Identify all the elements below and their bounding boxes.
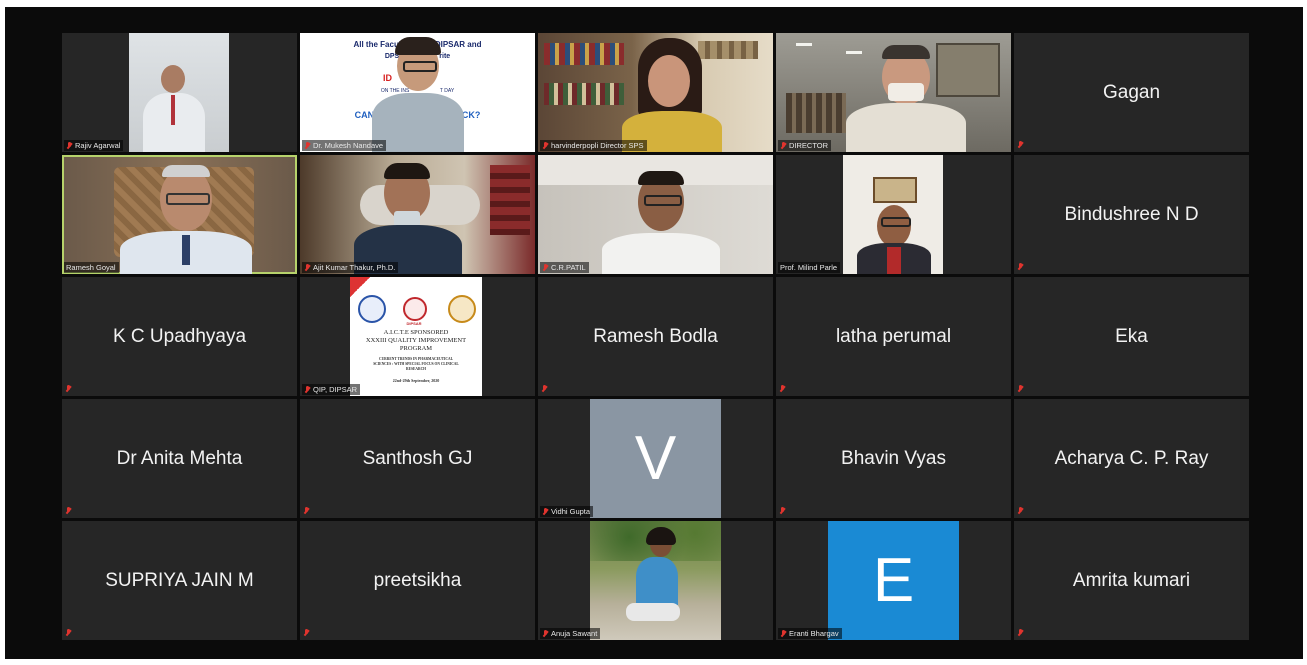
participant-display-name: Acharya C. P. Ray: [1054, 447, 1209, 469]
participant-display-name: Amrita kumari: [1072, 569, 1191, 591]
muted-mic-icon: [1017, 629, 1023, 637]
participant-display-name: SUPRIYA JAIN M: [105, 569, 254, 591]
participant-tile-bhavin-vyas[interactable]: Bhavin Vyas: [776, 399, 1011, 518]
participant-tile-anita-mehta[interactable]: Dr Anita Mehta: [62, 399, 297, 518]
participant-display-name: Bindushree N D: [1064, 203, 1199, 225]
muted-mic-icon: [1017, 263, 1023, 271]
muted-mic-icon: [779, 507, 785, 515]
participant-tile-vidhi-gupta[interactable]: V Vidhi Gupta: [538, 399, 773, 518]
participant-video: [64, 157, 295, 274]
participant-display-name: Gagan: [1102, 81, 1161, 103]
participant-display-name: K C Upadhyaya: [112, 325, 247, 347]
participant-video: All the Faculty DIPSAR and DPSR rite ID …: [300, 33, 535, 152]
participant-video: [538, 155, 773, 274]
participant-name-label: Prof. Milind Parle: [778, 262, 841, 273]
muted-mic-icon: [303, 507, 309, 515]
profile-avatar: E: [828, 521, 959, 640]
qip-poster: DIPSAR A.I.C.T.E SPONSORED XXXIII QUALIT…: [350, 277, 482, 396]
muted-mic-icon: [1017, 507, 1023, 515]
participant-video: [776, 33, 1011, 152]
participant-name-label: Ramesh Goyal: [64, 262, 119, 273]
participant-gallery: Rajiv Agarwal All the Faculty DIPSAR and…: [62, 33, 1249, 640]
participant-tile-cr-patil[interactable]: C.R.PATIL: [538, 155, 773, 274]
participant-display-name: Santhosh GJ: [362, 447, 473, 469]
participant-name-label: C.R.PATIL: [540, 262, 589, 273]
participant-tile-harvinderpopli[interactable]: harvinderpopli Director SPS: [538, 33, 773, 152]
participant-tile-eranti-bhargav[interactable]: E Eranti Bhargav: [776, 521, 1011, 640]
participant-video: [538, 33, 773, 152]
muted-mic-icon: [779, 385, 785, 393]
participant-video: [843, 155, 943, 274]
participant-display-name: Bhavin Vyas: [841, 447, 946, 469]
muted-mic-icon: [1017, 141, 1023, 149]
participant-tile-ajit-kumar-thakur[interactable]: Ajit Kumar Thakur, Ph.D.: [300, 155, 535, 274]
participant-tile-ramesh-goyal[interactable]: Ramesh Goyal: [62, 155, 297, 274]
participant-tile-preetsikha[interactable]: preetsikha: [300, 521, 535, 640]
participant-display-name: Eka: [1115, 325, 1148, 347]
meeting-window: Rajiv Agarwal All the Faculty DIPSAR and…: [5, 7, 1303, 659]
profile-photo: [590, 521, 721, 640]
participant-name-label: harvinderpopli Director SPS: [540, 140, 647, 151]
muted-mic-icon: [65, 385, 71, 393]
muted-mic-icon: [304, 141, 310, 150]
participant-video: [129, 33, 229, 152]
muted-mic-icon: [542, 263, 548, 272]
muted-mic-icon: [541, 385, 547, 393]
participant-name-label: Anuja Sawant: [540, 628, 601, 639]
participant-tile-anuja-sawant[interactable]: Anuja Sawant: [538, 521, 773, 640]
muted-mic-icon: [542, 629, 548, 638]
muted-mic-icon: [66, 141, 72, 150]
participant-tile-gagan[interactable]: Gagan: [1014, 33, 1249, 152]
participant-tile-latha-perumal[interactable]: latha perumal: [776, 277, 1011, 396]
participant-tile-eka[interactable]: Eka: [1014, 277, 1249, 396]
participant-tile-milind-parle[interactable]: Prof. Milind Parle: [776, 155, 1011, 274]
muted-mic-icon: [304, 263, 310, 272]
participant-name-label: Rajiv Agarwal: [64, 140, 124, 151]
participant-tile-director[interactable]: DIRECTOR: [776, 33, 1011, 152]
participant-display-name: preetsikha: [373, 569, 462, 591]
participant-name-label: DIRECTOR: [778, 140, 832, 151]
muted-mic-icon: [304, 385, 310, 394]
participant-tile-qip-dipsar[interactable]: DIPSAR A.I.C.T.E SPONSORED XXXIII QUALIT…: [300, 277, 535, 396]
muted-mic-icon: [65, 629, 71, 637]
participant-tile-supriya-jain[interactable]: SUPRIYA JAIN M: [62, 521, 297, 640]
aicte-logo-icon: [358, 295, 386, 323]
participant-tile-amrita-kumari[interactable]: Amrita kumari: [1014, 521, 1249, 640]
participant-tile-mukesh-nandave[interactable]: All the Faculty DIPSAR and DPSR rite ID …: [300, 33, 535, 152]
participant-tile-bindushree[interactable]: Bindushree N D: [1014, 155, 1249, 274]
participant-name-label: Eranti Bhargav: [778, 628, 842, 639]
participant-name-label: Vidhi Gupta: [540, 506, 594, 517]
participant-video: [300, 155, 535, 274]
muted-mic-icon: [542, 141, 548, 150]
participant-display-name: latha perumal: [835, 325, 952, 347]
participant-tile-kc-upadhyaya[interactable]: K C Upadhyaya: [62, 277, 297, 396]
participant-name-label: QIP, DIPSAR: [302, 384, 361, 395]
participant-tile-rajiv-agarwal[interactable]: Rajiv Agarwal: [62, 33, 297, 152]
participant-tile-ramesh-bodla[interactable]: Ramesh Bodla: [538, 277, 773, 396]
muted-mic-icon: [542, 507, 548, 516]
profile-avatar: V: [590, 399, 721, 518]
participant-tile-acharya-cp-ray[interactable]: Acharya C. P. Ray: [1014, 399, 1249, 518]
participant-display-name: Dr Anita Mehta: [116, 447, 243, 469]
muted-mic-icon: [303, 629, 309, 637]
muted-mic-icon: [65, 507, 71, 515]
participant-tile-santhosh-gj[interactable]: Santhosh GJ: [300, 399, 535, 518]
dpsru-logo-icon: [448, 295, 476, 323]
muted-mic-icon: [780, 141, 786, 150]
dipsar-logo-icon: [403, 297, 427, 321]
participant-name-label: Ajit Kumar Thakur, Ph.D.: [302, 262, 399, 273]
muted-mic-icon: [1017, 385, 1023, 393]
participant-name-label: Dr. Mukesh Nandave: [302, 140, 387, 151]
muted-mic-icon: [780, 629, 786, 638]
participant-display-name: Ramesh Bodla: [593, 325, 718, 347]
